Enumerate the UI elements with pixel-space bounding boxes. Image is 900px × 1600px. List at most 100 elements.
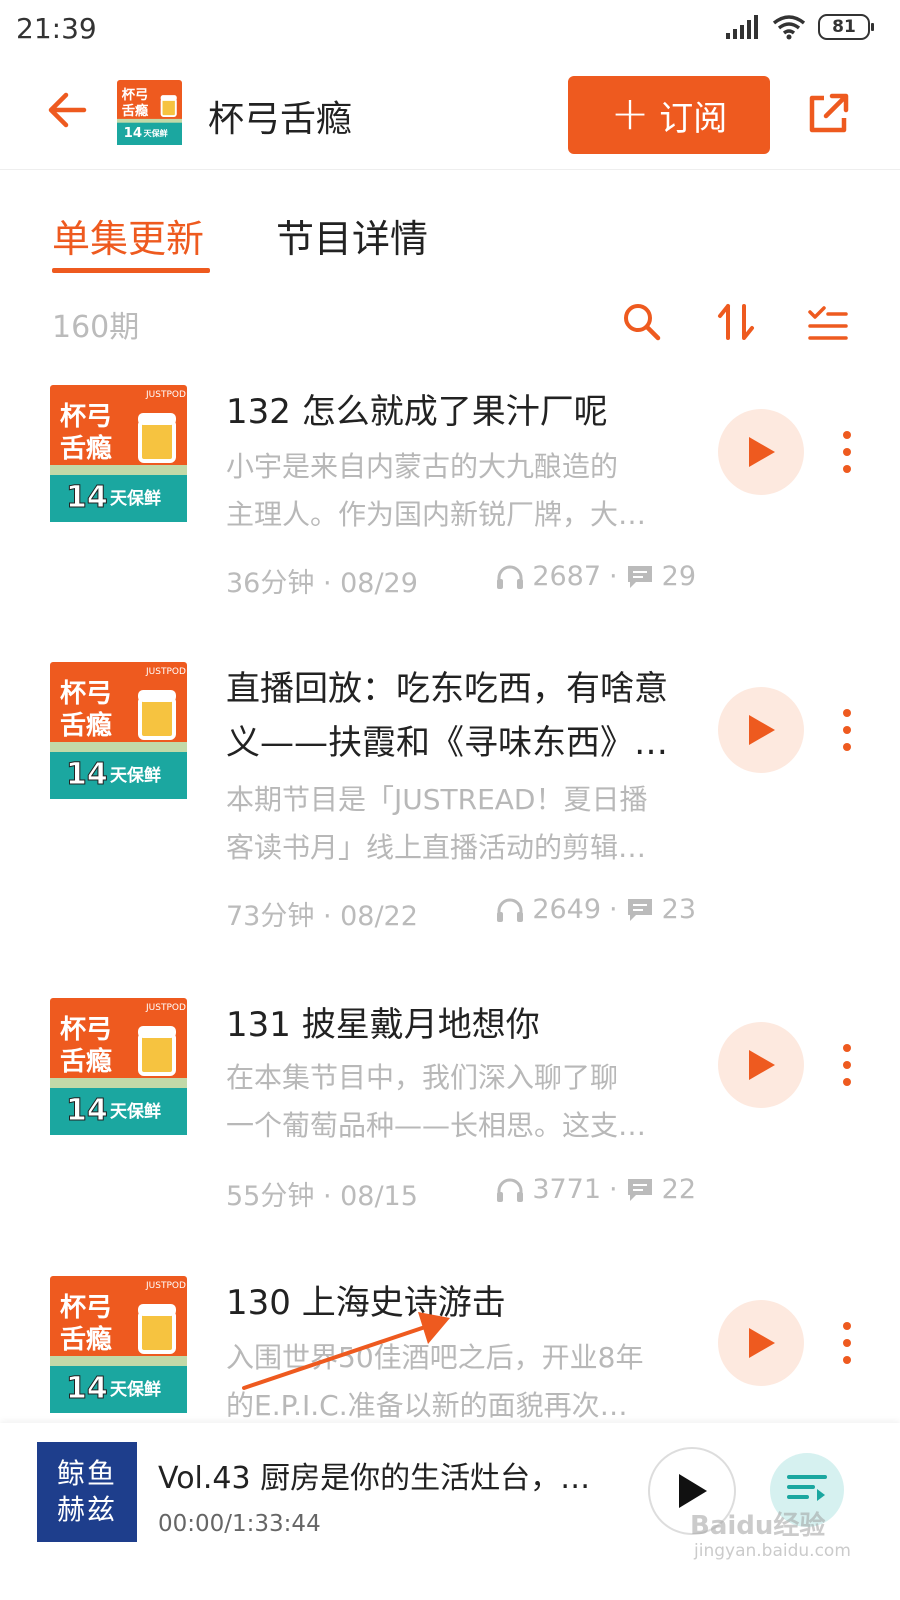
comment-count: 29 (661, 561, 696, 592)
episode-description-line2: 主理人。作为国内新锐厂牌，大… (226, 498, 647, 531)
episode-title: 132 怎么就成了果汁厂呢 (226, 392, 608, 432)
svg-text:杯弓: 杯弓 (60, 1293, 112, 1323)
play-icon (749, 437, 775, 467)
episode-cover: JUSTPOD 杯弓 舌瘾 14 天保鲜 (50, 385, 187, 522)
svg-text:14: 14 (66, 1093, 108, 1128)
status-time: 21:39 (16, 12, 97, 45)
episode-title-line1: 直播回放：吃东吃西，有啥意 (226, 669, 668, 709)
svg-text:天保鲜: 天保鲜 (110, 488, 161, 509)
back-arrow-icon[interactable] (44, 86, 92, 134)
svg-text:舌瘾: 舌瘾 (60, 1324, 112, 1355)
mini-player-cover: 鲸鱼 赫兹 (37, 1442, 137, 1542)
plus-icon: + (610, 86, 650, 140)
podcast-cover-small: 杯弓 舌瘾 14 天保鲜 (117, 80, 182, 145)
subscribe-button[interactable]: + 订阅 (568, 76, 770, 154)
watermark: Baidu经验 (690, 1511, 826, 1541)
more-options-icon[interactable] (832, 705, 862, 755)
more-options-icon[interactable] (832, 1318, 862, 1368)
tab-episodes[interactable]: 单集更新 (52, 208, 204, 263)
list-toolbar: 160期 (0, 296, 900, 352)
more-options-icon[interactable] (832, 427, 862, 477)
episode-meta: 36分钟 · 08/29 2687 · 29 (226, 561, 696, 601)
mini-player-title: Vol.43 厨房是你的生活灶台，… (158, 1461, 591, 1496)
play-count: 2649 (532, 894, 602, 925)
svg-text:舌瘾: 舌瘾 (60, 433, 112, 464)
header: 杯弓 舌瘾 14 天保鲜 杯弓舌瘾 + 订阅 (0, 64, 900, 170)
svg-text:天保鲜: 天保鲜 (110, 765, 161, 786)
episode-duration-date: 55分钟 · 08/15 (226, 1181, 418, 1212)
svg-text:14: 14 (66, 757, 108, 792)
battery-indicator: 81 (818, 14, 874, 40)
episode-item[interactable]: JUSTPOD 杯弓 舌瘾 14 天保鲜 132 怎么就成了果汁厂呢 小宇是来自… (0, 385, 900, 615)
tab-details[interactable]: 节目详情 (276, 208, 428, 263)
svg-text:JUSTPOD: JUSTPOD (145, 1003, 186, 1013)
episode-duration-date: 36分钟 · 08/29 (226, 568, 418, 599)
svg-text:14: 14 (124, 126, 142, 141)
mini-player[interactable]: 鲸鱼 赫兹 Vol.43 厨房是你的生活灶台，… 00:00/1:33:44 B… (0, 1423, 900, 1600)
svg-text:JUSTPOD: JUSTPOD (145, 390, 186, 400)
episode-item[interactable]: JUSTPOD 杯弓 舌瘾 14 天保鲜 131 披星戴月地想你 在本集节目中，… (0, 998, 900, 1228)
episode-meta: 73分钟 · 08/22 2649 · 23 (226, 894, 696, 934)
episode-cover: JUSTPOD 杯弓 舌瘾 14 天保鲜 (50, 1276, 187, 1413)
svg-text:杯弓: 杯弓 (122, 86, 149, 103)
episode-count: 160期 (52, 310, 140, 345)
svg-text:14: 14 (66, 480, 108, 515)
mini-player-cover-line1: 鲸鱼 (56, 1457, 117, 1490)
headphones-icon (497, 565, 524, 589)
playlist-icon (787, 1475, 827, 1501)
svg-text:舌瘾: 舌瘾 (60, 1046, 112, 1077)
episode-description-line1: 小宇是来自内蒙古的大九酿造的 (226, 450, 619, 483)
svg-text:JUSTPOD: JUSTPOD (145, 1281, 186, 1291)
svg-text:杯弓: 杯弓 (60, 1015, 112, 1045)
podcast-title: 杯弓舌瘾 (208, 99, 353, 140)
episode-description-line1: 本期节目是「JUSTREAD！夏日播 (226, 783, 648, 816)
episode-description-line2: 一个葡萄品种——长相思。这支… (226, 1109, 647, 1142)
share-icon[interactable] (804, 90, 852, 138)
headphones-icon (497, 898, 524, 922)
comment-icon (627, 898, 652, 921)
play-button[interactable] (718, 1300, 804, 1386)
headphones-icon (497, 1178, 524, 1202)
wifi-icon (772, 15, 806, 40)
signal-icon (726, 15, 758, 39)
svg-text:舌瘾: 舌瘾 (60, 710, 112, 741)
search-icon[interactable] (620, 300, 664, 344)
sort-icon[interactable] (714, 300, 758, 344)
svg-text:舌瘾: 舌瘾 (122, 102, 149, 119)
meta-separator: · (609, 1174, 618, 1205)
episode-meta: 55分钟 · 08/15 3771 · 22 (226, 1174, 696, 1214)
episode-cover: JUSTPOD 杯弓 舌瘾 14 天保鲜 (50, 998, 187, 1135)
mini-player-time: 00:00/1:33:44 (158, 1511, 321, 1537)
svg-text:天保鲜: 天保鲜 (110, 1101, 161, 1122)
status-icons: 81 (726, 14, 874, 40)
svg-text:14: 14 (66, 1371, 108, 1406)
tab-active-indicator (52, 268, 210, 273)
play-button[interactable] (718, 409, 804, 495)
episode-duration-date: 73分钟 · 08/22 (226, 901, 418, 932)
svg-text:天保鲜: 天保鲜 (110, 1379, 161, 1400)
meta-separator: · (609, 894, 618, 925)
play-count: 3771 (532, 1174, 602, 1205)
play-button[interactable] (718, 1022, 804, 1108)
annotation-arrow-icon (242, 1312, 450, 1390)
episode-description-line2: 客读书月」线上直播活动的剪辑… (226, 831, 647, 864)
watermark-url: jingyan.baidu.com (694, 1541, 851, 1561)
svg-text:JUSTPOD: JUSTPOD (145, 667, 186, 677)
episode-item[interactable]: JUSTPOD 杯弓 舌瘾 14 天保鲜 直播回放：吃东吃西，有啥意 义——扶霞… (0, 662, 900, 942)
play-icon (749, 1328, 775, 1358)
comment-icon (627, 1178, 652, 1201)
comment-icon (627, 565, 652, 588)
comment-count: 22 (661, 1174, 696, 1205)
episode-title-line2: 义——扶霞和《寻味东西》… (226, 723, 668, 763)
tab-bar: 单集更新 节目详情 (52, 208, 852, 273)
episode-cover: JUSTPOD 杯弓 舌瘾 14 天保鲜 (50, 662, 187, 799)
comment-count: 23 (661, 894, 696, 925)
play-button[interactable] (718, 687, 804, 773)
more-options-icon[interactable] (832, 1040, 862, 1090)
play-icon (749, 715, 775, 745)
play-icon (749, 1050, 775, 1080)
episode-title: 131 披星戴月地想你 (226, 1005, 540, 1045)
mini-player-cover-line2: 赫兹 (56, 1493, 117, 1526)
svg-text:杯弓: 杯弓 (60, 402, 112, 432)
batch-select-icon[interactable] (806, 300, 850, 344)
